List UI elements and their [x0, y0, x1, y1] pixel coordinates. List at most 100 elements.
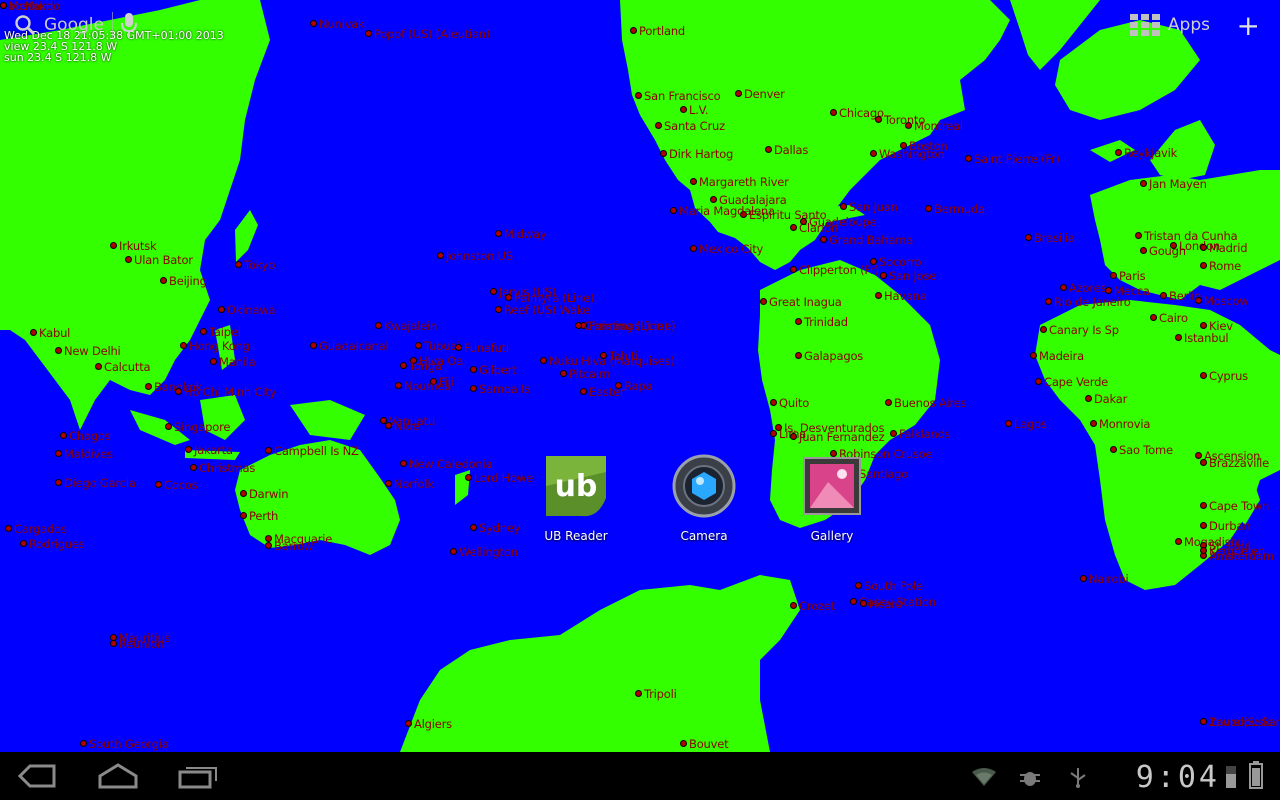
place-label: Madrid	[1200, 242, 1247, 255]
place-label: South Georgia	[80, 738, 169, 751]
place-label: Manila	[210, 356, 256, 369]
place-label: Tahiti	[600, 350, 638, 363]
ub-reader-shortcut[interactable]: ub UB Reader	[521, 452, 631, 543]
place-label: Nairobi	[1080, 573, 1129, 586]
place-label: Saint Pierre (Fr)	[965, 153, 1060, 166]
place-label: Dirk Hartog	[660, 148, 733, 161]
place-label: Reunion	[110, 638, 164, 651]
place-label: Chagos	[60, 430, 111, 443]
place-label: Beijing	[160, 275, 207, 288]
place-label: Azores	[1060, 282, 1106, 295]
place-label: Christmas (Line)	[575, 320, 676, 333]
place-label: Juan Fernandez	[790, 431, 885, 444]
place-label: Falklands	[890, 428, 951, 441]
place-label: Cairo	[1150, 312, 1188, 325]
info-sun: sun 23.4 S 121.8 W	[4, 51, 112, 64]
gallery-icon	[803, 457, 861, 515]
place-label: Bouvet	[680, 738, 729, 751]
place-label: Moscow	[1195, 295, 1249, 308]
place-label: Dallas	[765, 144, 808, 157]
place-label: Rome	[1200, 260, 1241, 273]
place-label: Santa Cruz	[655, 120, 725, 133]
usb-icon	[1070, 768, 1086, 788]
place-label: Reef (US) Wake	[495, 304, 590, 317]
apps-button[interactable]: Apps	[1129, 14, 1210, 36]
place-label: Noumea	[395, 380, 451, 393]
place-label: Bermuda	[925, 203, 985, 216]
place-label: Palmyra (Line)	[505, 292, 594, 305]
place-label: Tubuai	[415, 340, 460, 353]
place-label: Socorro	[870, 256, 922, 269]
home-icon[interactable]	[96, 762, 140, 790]
wifi-icon	[972, 768, 996, 786]
place-label: Norfolk	[385, 478, 434, 491]
place-label: Montreal	[905, 120, 963, 133]
place-label: Mexico City	[690, 243, 763, 256]
search-icon	[15, 15, 36, 36]
place-label: Quito	[770, 397, 809, 410]
place-label: Kabul	[30, 327, 70, 340]
place-label: Jan Mayen	[1140, 178, 1207, 191]
place-label: Kwajalein	[375, 320, 437, 333]
place-label: Maria Magdalena	[670, 205, 775, 218]
apps-label: Apps	[1167, 15, 1210, 35]
svg-text:ub: ub	[555, 469, 598, 504]
place-label: Jakarta	[185, 444, 233, 457]
place-label: Canary Is Sp	[1040, 324, 1119, 337]
place-label: Singapore	[165, 421, 230, 434]
place-label: South Pole	[855, 580, 923, 593]
place-label: Istanbul	[1175, 332, 1229, 345]
place-label: Paris	[1110, 270, 1146, 283]
place-label: Cargados	[5, 523, 67, 536]
place-label: Barrow	[265, 540, 313, 553]
place-label: Pitcairn	[560, 368, 610, 381]
place-label: Boston	[900, 140, 948, 153]
gallery-label: Gallery	[810, 529, 854, 543]
back-icon[interactable]	[16, 762, 58, 790]
google-search-bar[interactable]: Google	[14, 12, 137, 38]
signal-icon	[1226, 766, 1236, 788]
apps-grid-icon	[1129, 14, 1160, 36]
place-label: Lagos	[1005, 418, 1047, 431]
place-label: L.V.	[680, 104, 709, 117]
place-label: Irkutsk	[110, 240, 157, 253]
place-label: Galapagos	[795, 350, 863, 363]
place-label: Havana	[875, 290, 927, 303]
place-label: Portland	[630, 25, 685, 38]
place-label: Popof (US) (Aleutian)	[365, 28, 490, 41]
place-label: Tokyo	[235, 259, 275, 272]
place-label: San Jose	[880, 270, 936, 283]
place-label: New Caledonia	[400, 458, 493, 471]
place-label: Reykjavik	[1115, 147, 1177, 160]
camera-shortcut[interactable]: Camera	[649, 452, 759, 543]
place-label: Samoa Is	[470, 383, 530, 396]
place-label: New Delhi	[55, 345, 121, 358]
microphone-icon[interactable]	[120, 12, 137, 38]
place-label: Nunivak	[310, 18, 365, 31]
place-label: Tonga	[400, 360, 442, 373]
place-label: San Francisco	[635, 90, 721, 103]
place-label: Heard	[860, 598, 903, 611]
place-label: San Juan	[840, 201, 898, 214]
place-label: Buenos Aires	[885, 397, 967, 410]
system-navigation-bar: 9:04	[0, 752, 1280, 800]
gallery-shortcut[interactable]: Gallery	[777, 452, 887, 543]
place-label: Wellington	[450, 546, 518, 559]
place-label: Taipei	[200, 326, 241, 339]
place-label: Denver	[735, 88, 785, 101]
place-label: Ulan Bator	[125, 254, 193, 267]
place-label: Cyprus	[1200, 370, 1248, 383]
ub-reader-label: UB Reader	[544, 529, 608, 543]
place-label: Cape Verde	[1035, 376, 1108, 389]
place-label: Funafuti	[455, 342, 509, 355]
place-label: Mecca	[1105, 285, 1150, 298]
add-widget-icon[interactable]: +	[1237, 12, 1260, 40]
place-label: Darwin	[240, 488, 289, 501]
place-label: Rodrigues	[20, 538, 85, 551]
place-label: Trinidad	[795, 316, 848, 329]
place-label: Sydney	[470, 522, 521, 535]
recent-apps-icon[interactable]	[176, 762, 220, 790]
place-label: Perth	[240, 510, 278, 523]
place-label: Thule (S. Sandwich)	[1200, 716, 1280, 729]
place-label: Madeira	[1030, 350, 1084, 363]
